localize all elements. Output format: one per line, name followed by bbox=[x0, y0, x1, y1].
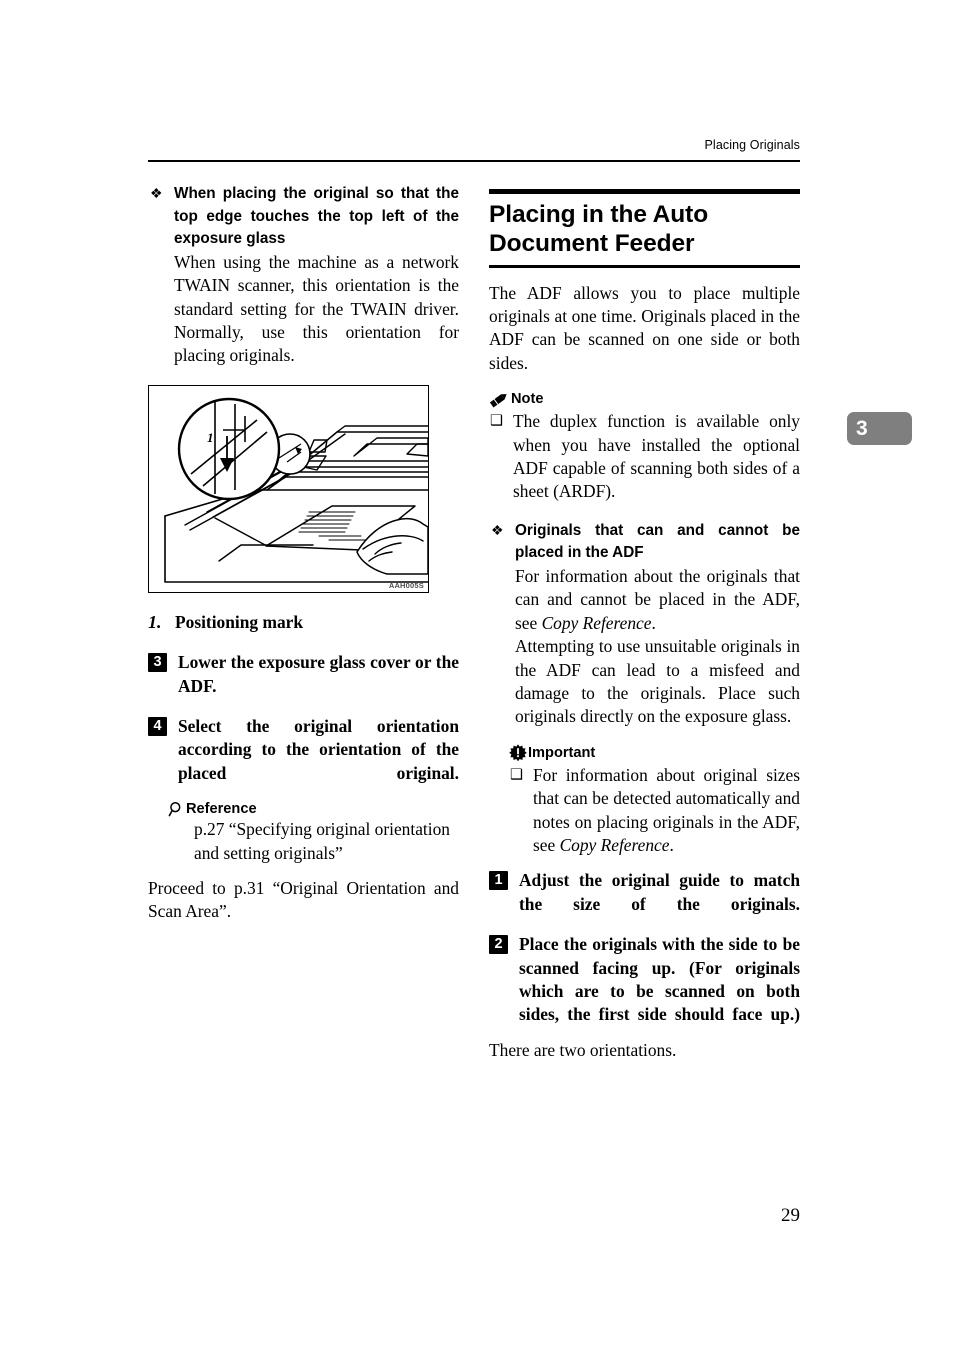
proceed-paragraph: Proceed to p.31 “Original Orientation an… bbox=[148, 878, 459, 922]
important-item-part-2: . bbox=[669, 835, 674, 855]
header-rule bbox=[148, 160, 800, 162]
note-callout-label: Note bbox=[511, 391, 544, 408]
figure-artwork: 1 bbox=[164, 397, 428, 583]
figure-id-label: AAH005S bbox=[388, 580, 424, 590]
chapter-tab: 3 bbox=[847, 412, 912, 445]
keypoint-body-part-2: Attempting to use unsuitable originals i… bbox=[515, 636, 800, 727]
step-text: Place the originals with the side to be … bbox=[519, 934, 800, 1025]
step-3: 3 Lower the exposure glass cover or the … bbox=[148, 651, 459, 698]
step-text: Select the original orientation accordin… bbox=[178, 716, 459, 783]
left-column: ❖ When placing the original so that the … bbox=[148, 183, 459, 924]
section-title: Placing in the Auto Document Feeder bbox=[489, 200, 709, 257]
reference-callout-label: Reference bbox=[186, 801, 257, 818]
note-item-text: The duplex function is available only wh… bbox=[513, 411, 800, 502]
section-rule-top bbox=[489, 189, 800, 194]
step-2: 2 Place the originals with the side to b… bbox=[489, 933, 800, 1027]
svg-text:1: 1 bbox=[207, 430, 214, 445]
chapter-tab-label: 3 bbox=[856, 417, 868, 440]
step-number-badge: 3 bbox=[148, 653, 167, 673]
note-item: ❑ The duplex function is available only … bbox=[489, 410, 800, 504]
right-column: Placing in the Auto Document Feeder The … bbox=[489, 183, 800, 1062]
important-item: ❑ For information about original sizes t… bbox=[509, 764, 800, 858]
figure-legend-item: 1. Positioning mark bbox=[148, 611, 459, 634]
important-callout-head: Important bbox=[509, 744, 800, 762]
figure-legend-text: Positioning mark bbox=[175, 611, 304, 632]
closing-paragraph: There are two orientations. bbox=[489, 1039, 677, 1060]
reference-callout: Reference p.27 “Specifying original orie… bbox=[148, 800, 459, 865]
keypoint-block-exposure-glass: ❖ When placing the original so that the … bbox=[148, 183, 459, 368]
section-rule-bottom bbox=[489, 264, 800, 268]
document-page: Placing Originals 3 ❖ When placing the o… bbox=[0, 0, 954, 1351]
figure-exposure-glass-placement: 1 AAH005S bbox=[148, 384, 429, 593]
magnifier-icon bbox=[168, 801, 185, 818]
section-intro-paragraph: The ADF allows you to place multiple ori… bbox=[489, 282, 800, 373]
keypoint-body-part-1: For information about the originals that… bbox=[515, 565, 800, 635]
step-4: 4 Select the original orientation accord… bbox=[148, 715, 459, 785]
square-bullet-icon: ❑ bbox=[510, 766, 523, 783]
important-starburst-icon bbox=[509, 744, 527, 762]
manual-title-reference: Copy Reference bbox=[559, 835, 670, 855]
reference-callout-head: Reference bbox=[168, 800, 459, 818]
diamond-bullet-icon: ❖ bbox=[150, 187, 163, 202]
note-callout: Note ❑ The duplex function is available … bbox=[489, 390, 800, 504]
step-text: Lower the exposure glass cover or the AD… bbox=[178, 652, 459, 696]
step-1: 1 Adjust the original guide to match the… bbox=[489, 869, 800, 916]
important-callout: Important ❑ For information about origin… bbox=[489, 744, 800, 858]
step-number-badge: 1 bbox=[489, 871, 508, 891]
reference-callout-body: p.27 “Specifying original orientation an… bbox=[194, 819, 450, 863]
important-item-text: For information about original sizes tha… bbox=[533, 764, 800, 858]
step-number-badge: 2 bbox=[489, 935, 508, 955]
important-callout-label: Important bbox=[528, 744, 596, 761]
running-header: Placing Originals bbox=[704, 138, 800, 152]
keypoint-body: When using the machine as a network TWAI… bbox=[174, 251, 459, 366]
note-callout-head: Note bbox=[489, 390, 800, 408]
keypoint-body-terminator: . bbox=[651, 612, 656, 633]
figure-legend-number: 1. bbox=[148, 611, 162, 632]
page-number: 29 bbox=[781, 1205, 800, 1226]
square-bullet-icon: ❑ bbox=[490, 413, 503, 430]
diamond-bullet-icon: ❖ bbox=[491, 523, 504, 539]
manual-title-reference: Copy Reference bbox=[541, 612, 652, 633]
pencil-icon bbox=[489, 391, 510, 408]
keypoint-block-originals-adf: ❖ Originals that can and cannot be place… bbox=[489, 520, 800, 729]
keypoint-title: When placing the original so that the to… bbox=[174, 185, 459, 248]
step-text: Adjust the original guide to match the s… bbox=[519, 870, 800, 914]
keypoint-title: Originals that can and cannot be placed … bbox=[515, 521, 800, 562]
step-number-badge: 4 bbox=[148, 717, 167, 737]
